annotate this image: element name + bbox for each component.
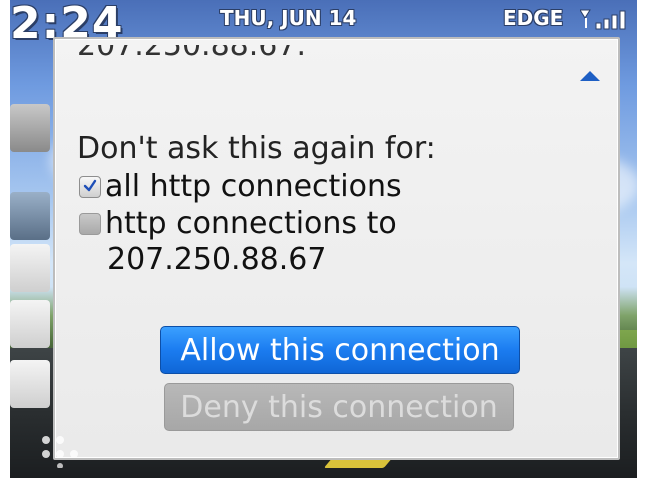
option-http-to-host[interactable]: http connections to — [79, 206, 397, 241]
document-icon — [10, 360, 50, 408]
document-icon — [10, 300, 50, 348]
dont-ask-label: Don't ask this again for: — [77, 131, 436, 166]
network-type: EDGE — [503, 6, 564, 30]
option-label: all http connections — [105, 169, 402, 204]
option-all-http[interactable]: all http connections — [79, 169, 402, 204]
checkmark-icon — [83, 179, 97, 191]
device-screen: 2:24 THU, JUN 14 EDGE 207.250.88.67. Don… — [10, 0, 637, 478]
settings-gear-icon — [10, 192, 50, 240]
deny-connection-button[interactable]: Deny this connection — [164, 383, 514, 431]
connection-prompt-dialog: 207.250.88.67. Don't ask this again for:… — [53, 37, 620, 460]
signal-strength-icon — [580, 9, 626, 30]
date: THU, JUN 14 — [220, 6, 357, 30]
option-label: http connections to — [105, 206, 397, 241]
status-bar: 2:24 THU, JUN 14 EDGE — [10, 0, 637, 46]
checkbox-checked-icon[interactable] — [79, 175, 101, 198]
home-icon-peek — [10, 104, 50, 152]
scroll-up-arrow-icon[interactable] — [580, 71, 600, 81]
previous-line-cut-off: 207.250.88.67. — [77, 45, 306, 67]
allow-connection-button[interactable]: Allow this connection — [160, 326, 520, 374]
previous-line-text: 207.250.88.67. — [77, 45, 307, 63]
app-switcher-icon[interactable] — [38, 432, 82, 468]
checkbox-unchecked-icon[interactable] — [79, 212, 101, 235]
host-address: 207.250.88.67 — [107, 242, 327, 277]
document-icon — [10, 244, 50, 292]
